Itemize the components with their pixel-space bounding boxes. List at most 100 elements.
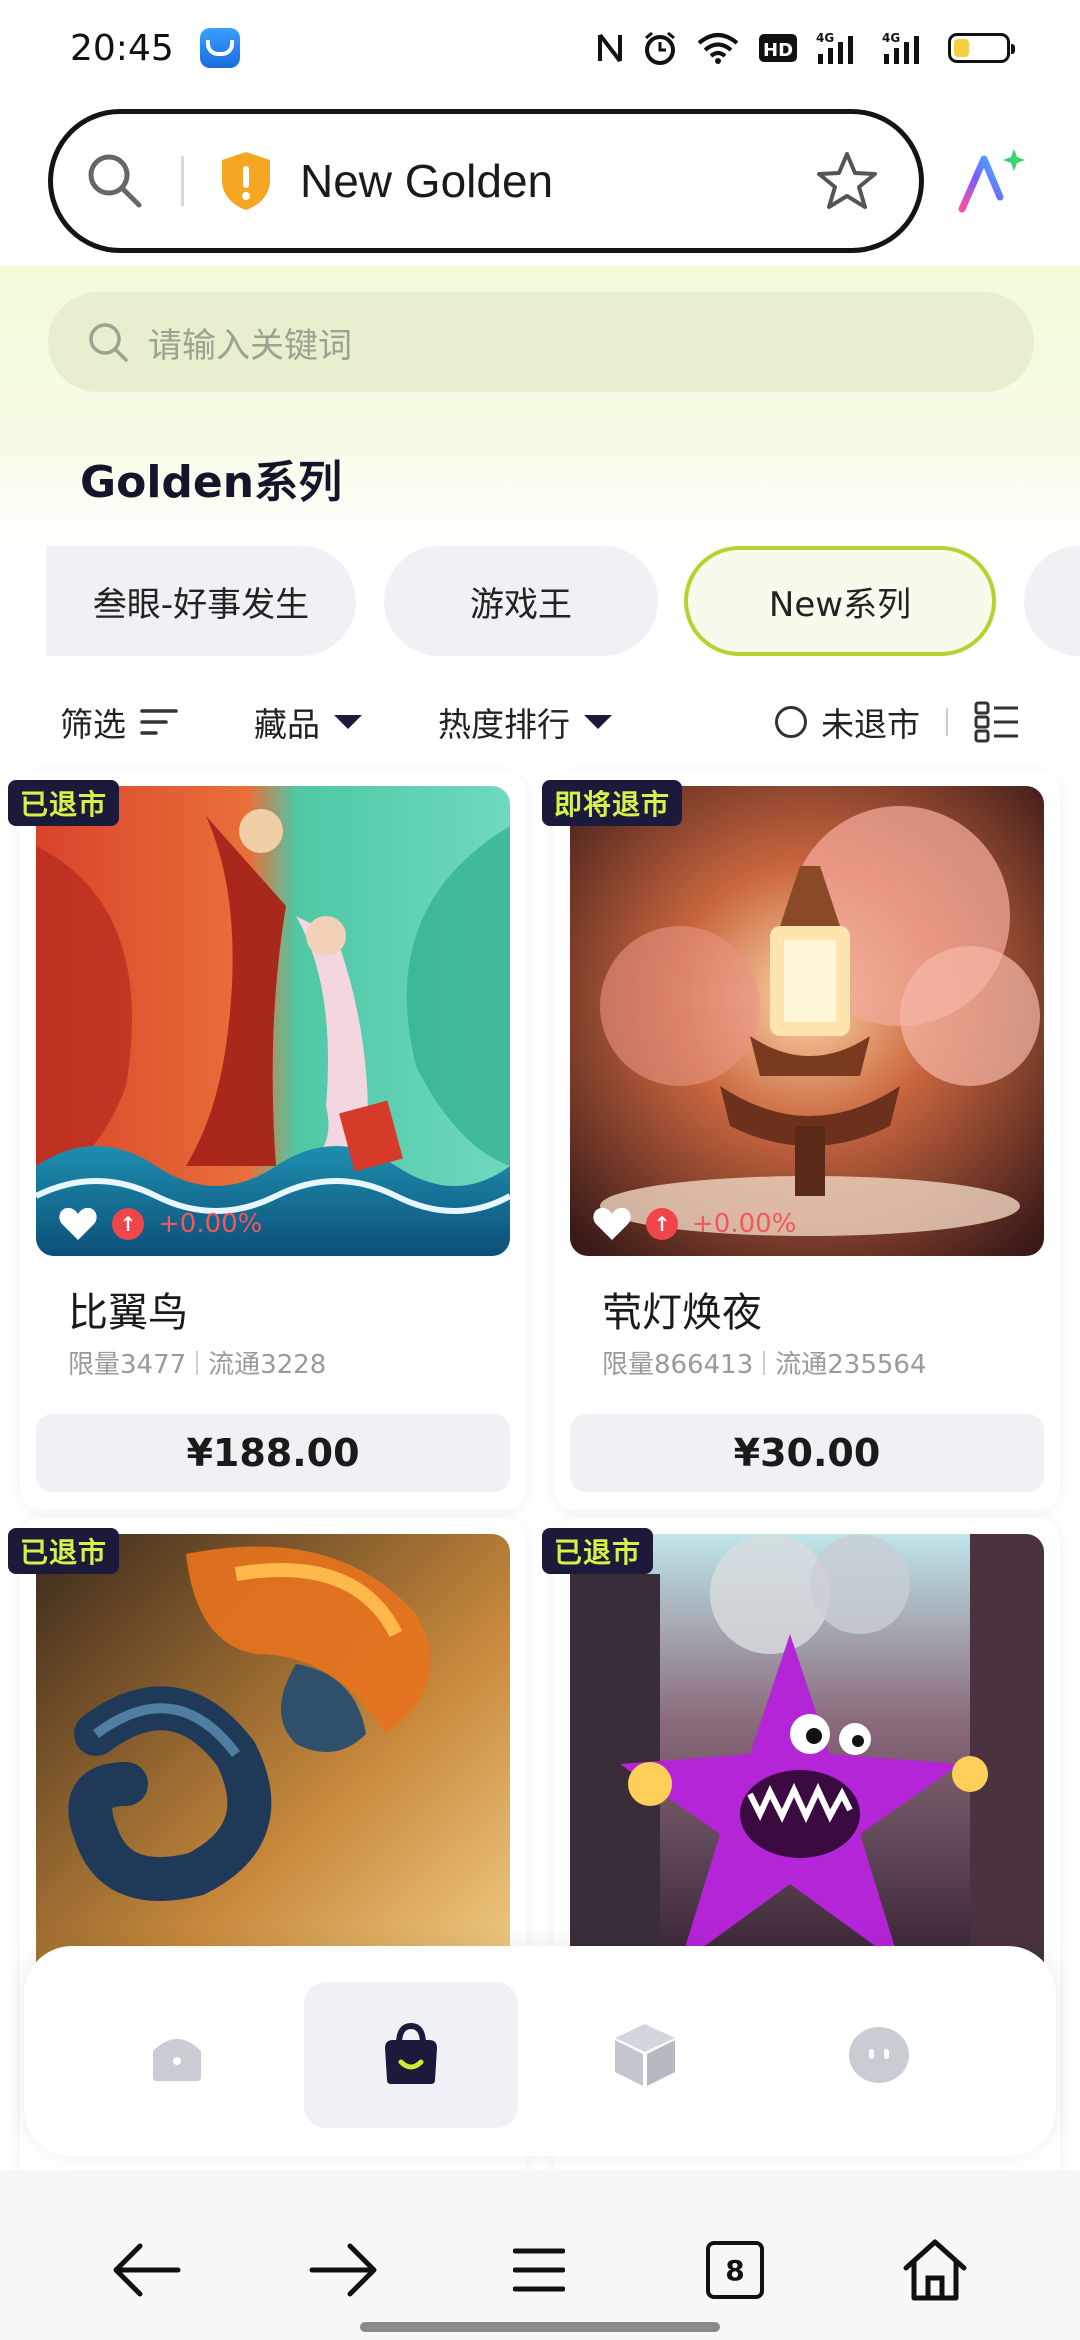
price-button[interactable]: ¥188.00 <box>36 1414 510 1492</box>
price-change: +0.00% <box>692 1209 797 1239</box>
menu-icon <box>513 2248 565 2292</box>
search-icon[interactable] <box>83 149 147 213</box>
home-icon <box>153 2039 201 2081</box>
circulation-count: 流通235564 <box>775 1350 927 1380</box>
product-image[interactable] <box>36 1534 510 2004</box>
limit-count: 限量866413 <box>602 1350 754 1380</box>
home-button[interactable] <box>880 2220 990 2320</box>
heart-icon[interactable] <box>58 1206 98 1242</box>
status-badge: 已退市 <box>8 1528 120 1574</box>
sort-label: 热度排行 <box>438 705 570 744</box>
shield-warning-icon[interactable] <box>218 150 274 212</box>
product-card[interactable]: ↑ +0.00% 已退市 比翼鸟 限量3477 流通3228 ¥188.00 <box>8 770 526 1510</box>
ai-assistant-button[interactable] <box>952 141 1032 221</box>
svg-text:HD: HD <box>763 40 793 61</box>
product-meta: 限量866413 流通235564 <box>602 1344 927 1381</box>
tab-label: New系列 <box>768 584 912 625</box>
signal-4g-icon-2: 4G <box>882 31 919 64</box>
nav-market[interactable] <box>304 1982 518 2128</box>
browser-toolbar: New Golden <box>0 96 1080 266</box>
tabs-button[interactable]: 8 <box>680 2220 790 2320</box>
keyword-search-input[interactable]: 请输入关键词 <box>48 292 1034 392</box>
alarm-icon <box>645 31 675 65</box>
battery-icon <box>948 33 1015 63</box>
bookmark-star-icon[interactable] <box>815 150 879 212</box>
product-name: 比翼鸟 <box>68 1290 188 1336</box>
tab-label: 叁眼-好事发生 <box>92 584 310 625</box>
home-indicator[interactable] <box>360 2322 720 2332</box>
search-placeholder: 请输入关键词 <box>148 325 352 366</box>
svg-text:4G: 4G <box>816 31 834 45</box>
status-badge: 已退市 <box>542 1528 654 1574</box>
tabs-icon: 8 <box>706 2241 764 2299</box>
tab-sanyan[interactable]: 叁眼-好事发生 <box>46 546 356 656</box>
back-button[interactable] <box>92 2220 202 2320</box>
browser-bottom-bar: 8 <box>0 2170 1080 2340</box>
forward-button[interactable] <box>288 2220 398 2320</box>
chat-face-icon <box>849 2027 909 2083</box>
app-notification-icon <box>199 28 240 68</box>
tab-label: 游戏王 <box>470 584 572 625</box>
product-name: 茕灯焕夜 <box>602 1290 762 1336</box>
sort-dropdown[interactable]: 热度排行 <box>438 698 612 746</box>
battery-level <box>954 39 969 57</box>
divider <box>196 1350 199 1375</box>
product-image[interactable] <box>570 1534 1044 2004</box>
url-divider <box>181 156 184 206</box>
product-meta: 限量3477 流通3228 <box>68 1344 326 1381</box>
shopping-bag-icon <box>385 2022 437 2084</box>
heart-icon[interactable] <box>592 1206 632 1242</box>
status-bar: 20:45 HD 4G 4G <box>0 0 1080 96</box>
chevron-down-icon <box>584 715 612 729</box>
divider <box>946 708 948 736</box>
nav-home[interactable] <box>70 1982 284 2128</box>
tab-new-series[interactable]: New系列 <box>684 546 996 656</box>
svg-text:4G: 4G <box>882 31 900 45</box>
filter-button[interactable]: 筛选 <box>60 698 178 746</box>
back-arrow-icon <box>113 2243 181 2297</box>
limit-count: 限量3477 <box>68 1350 187 1380</box>
circulation-count: 流通3228 <box>208 1350 327 1380</box>
chevron-down-icon <box>334 715 362 729</box>
status-badge: 已退市 <box>8 780 120 826</box>
page-title: Golden系列 <box>80 457 343 508</box>
starfish-monster-artwork <box>570 1534 1044 2004</box>
hd-icon: HD <box>759 34 797 62</box>
radio-icon <box>775 706 807 738</box>
tab-yugioh[interactable]: 游戏王 <box>384 546 658 656</box>
product-image[interactable]: ↑ +0.00% <box>570 786 1044 1256</box>
status-badge: 即将退市 <box>542 780 683 826</box>
arrow-up-icon: ↑ <box>112 1208 144 1240</box>
home-icon <box>903 2239 967 2301</box>
wifi-icon <box>697 33 739 64</box>
filter-bar: 筛选 藏品 热度排行 未退市 <box>0 672 1080 772</box>
product-image[interactable]: ↑ +0.00% <box>36 786 510 1256</box>
product-card[interactable]: ↑ +0.00% 即将退市 茕灯焕夜 限量866413 流通235564 ¥30… <box>542 770 1060 1510</box>
collection-dropdown[interactable]: 藏品 <box>254 698 362 746</box>
not-delisted-toggle[interactable]: 未退市 <box>775 698 920 746</box>
dragon-artwork <box>36 1534 510 2004</box>
divider <box>763 1350 766 1375</box>
signal-4g-icon: 4G <box>816 31 853 64</box>
box-icon <box>615 2024 675 2086</box>
nav-profile[interactable] <box>772 1982 986 2128</box>
nav-collection[interactable] <box>538 1982 752 2128</box>
status-icons: HD 4G 4G <box>596 30 1015 66</box>
ai-assistant-icon <box>958 149 1025 213</box>
filter-lines-icon <box>140 709 178 735</box>
image-stats: ↑ +0.00% <box>592 1206 796 1242</box>
price-button[interactable]: ¥30.00 <box>570 1414 1044 1492</box>
list-view-icon[interactable] <box>974 701 1020 743</box>
collection-label: 藏品 <box>254 705 320 744</box>
tab-more[interactable] <box>1024 546 1080 656</box>
price-change: +0.00% <box>158 1209 263 1239</box>
menu-button[interactable] <box>484 2220 594 2320</box>
forward-arrow-icon <box>309 2243 377 2297</box>
address-bar[interactable]: New Golden <box>48 109 924 253</box>
page-content: 请输入关键词 Golden系列 叁眼-好事发生 游戏王 New系列 筛选 藏品 … <box>0 266 1080 2170</box>
series-tabs: 叁眼-好事发生 游戏王 New系列 <box>0 546 1080 662</box>
image-stats: ↑ +0.00% <box>58 1206 262 1242</box>
lantern-artwork <box>570 786 1044 1256</box>
status-time: 20:45 <box>70 27 174 69</box>
url-title[interactable]: New Golden <box>300 154 815 208</box>
